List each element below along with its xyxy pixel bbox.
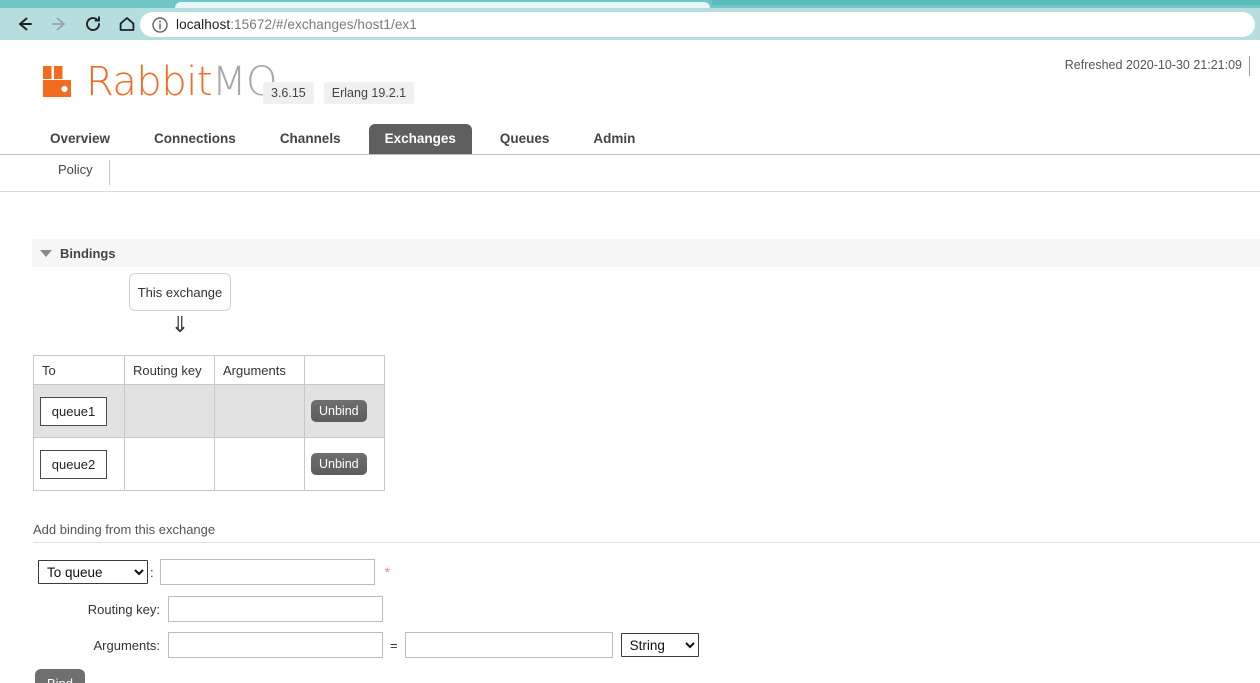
main-navigation: Overview Connections Channels Exchanges … [0, 124, 1260, 155]
collapse-caret-icon[interactable] [40, 249, 52, 257]
bindings-table: To Routing key Arguments queue1 Unbind q… [33, 355, 385, 491]
browser-tab-strip [0, 0, 1260, 8]
address-bar[interactable]: localhost:15672/#/exchanges/host1/ex1 [140, 12, 1255, 37]
tab-admin[interactable]: Admin [577, 124, 651, 154]
refreshed-timestamp: Refreshed 2020-10-30 21:21:09 [1064, 58, 1242, 72]
home-button[interactable] [110, 8, 144, 40]
binding-action-cell: Unbind [304, 384, 385, 438]
add-binding-title: Add binding from this exchange [33, 522, 216, 537]
equals-sign: = [390, 637, 398, 653]
unbind-button[interactable]: Unbind [311, 400, 367, 422]
address-bar-url: localhost:15672/#/exchanges/host1/ex1 [176, 17, 417, 32]
column-header-actions [304, 355, 385, 385]
version-badges: 3.6.15 Erlang 19.2.1 [263, 82, 415, 104]
url-host: localhost [176, 17, 231, 32]
site-info-icon[interactable] [150, 15, 170, 35]
binding-action-cell: Unbind [304, 437, 385, 491]
bind-button[interactable]: Bind [35, 669, 86, 683]
browser-window: localhost:15672/#/exchanges/host1/ex1 Re… [0, 0, 1260, 683]
policy-label: Policy [58, 160, 110, 185]
url-path: :15672/#/exchanges/host1/ex1 [230, 17, 417, 32]
column-header-arguments: Arguments [214, 355, 305, 385]
tab-connections[interactable]: Connections [138, 124, 252, 154]
binding-arguments-cell [214, 384, 305, 438]
binding-destination-cell: queue1 [33, 384, 125, 438]
argument-key-input[interactable] [168, 632, 383, 658]
rabbit-logo-icon [43, 66, 71, 97]
tab-queues[interactable]: Queues [484, 124, 566, 154]
home-icon [119, 17, 135, 31]
logo-wordmark: RabbitMQ [86, 59, 278, 105]
reload-icon [86, 16, 100, 31]
destination-colon: : [150, 564, 154, 580]
binding-destination-cell: queue2 [33, 437, 125, 491]
destination-type-select[interactable]: To queue To exchange [38, 560, 148, 584]
destination-input[interactable] [159, 559, 375, 585]
table-row: queue2 Unbind [33, 437, 385, 491]
required-marker: * [384, 564, 391, 580]
bindings-table-header-row: To Routing key Arguments [33, 355, 385, 385]
column-header-routing-key: Routing key [124, 355, 215, 385]
logo-text-rabbit: Rabbit [86, 59, 213, 105]
add-binding-routing-key-row: Routing key: [38, 596, 383, 622]
routing-key-label: Routing key: [87, 601, 160, 617]
unbind-button[interactable]: Unbind [311, 453, 367, 475]
back-arrow-icon [19, 17, 32, 31]
argument-type-select[interactable]: String Number Boolean List [620, 633, 699, 657]
back-button[interactable] [8, 8, 42, 40]
table-row: queue1 Unbind [33, 384, 385, 438]
forward-arrow-icon [52, 17, 65, 31]
queue-link[interactable]: queue2 [40, 449, 107, 479]
erlang-version-badge: Erlang 19.2.1 [323, 82, 415, 104]
tab-exchanges[interactable]: Exchanges [368, 124, 472, 154]
browser-nav-buttons [8, 8, 144, 40]
arguments-label: Arguments: [93, 637, 160, 653]
forward-button[interactable] [42, 8, 76, 40]
rabbitmq-management-page: Refreshed 2020-10-30 21:21:09 RabbitMQ T… [0, 40, 1260, 683]
form-divider [33, 542, 1260, 543]
column-header-to: To [33, 355, 125, 385]
add-binding-arguments-row: Arguments: = String Number Boolean List [38, 632, 699, 658]
routing-key-input[interactable] [168, 596, 383, 622]
argument-value-input[interactable] [404, 632, 613, 658]
this-exchange-node: This exchange [129, 273, 231, 311]
add-binding-destination-row: To queue To exchange : * [38, 559, 390, 585]
tab-overview[interactable]: Overview [34, 124, 126, 154]
exchange-details-row: Policy [0, 155, 1260, 192]
binding-routing-key-cell [124, 384, 215, 438]
tab-channels[interactable]: Channels [264, 124, 357, 154]
server-version-badge: 3.6.15 [263, 82, 314, 104]
bindings-section-header[interactable]: Bindings [32, 239, 1260, 267]
reload-button[interactable] [76, 8, 110, 40]
bindings-section-title: Bindings [60, 245, 116, 261]
binding-routing-key-cell [124, 437, 215, 491]
down-arrow-icon: ⇓ [170, 312, 190, 337]
refresh-interval-field[interactable] [1249, 56, 1250, 76]
queue-link[interactable]: queue1 [40, 396, 107, 426]
binding-arguments-cell [214, 437, 305, 491]
browser-tab-background[interactable] [712, 0, 1260, 5]
rabbitmq-logo[interactable]: RabbitMQ TM [40, 58, 293, 102]
